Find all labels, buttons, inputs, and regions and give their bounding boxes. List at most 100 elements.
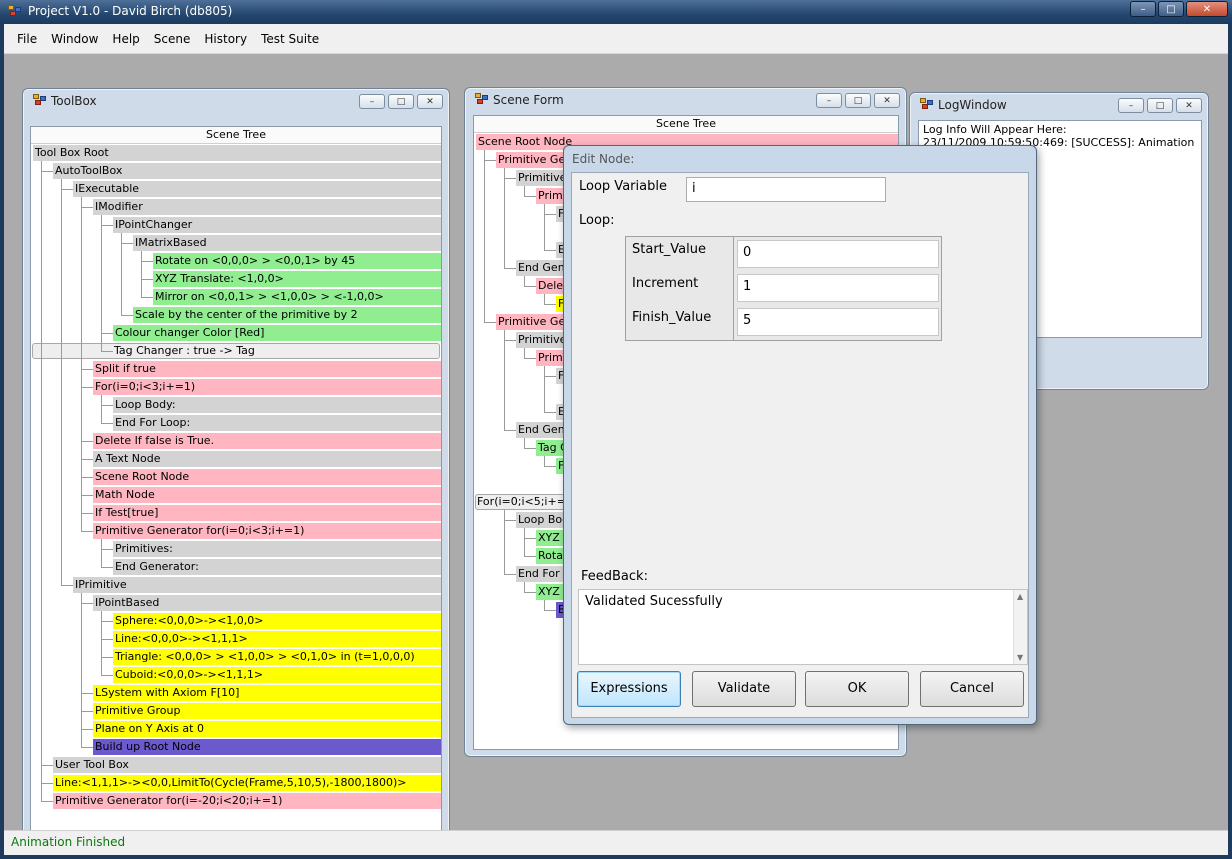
tree-node[interactable]: Tool Box Root: [33, 145, 441, 161]
tree-connector: [41, 801, 53, 802]
tree-node[interactable]: IPrimitive: [73, 577, 441, 593]
tree-node[interactable]: Primitive Group: [93, 703, 441, 719]
tree-node[interactable]: Delete If false is True.: [93, 433, 441, 449]
app-icon: [8, 5, 22, 17]
toolbox-close-button[interactable]: ✕: [417, 94, 443, 109]
tree-node[interactable]: IPointBased: [93, 595, 441, 611]
tree-node[interactable]: Scale by the center of the primitive by …: [133, 307, 441, 323]
toolbox-maximize-button[interactable]: □: [388, 94, 414, 109]
tree-node[interactable]: Split if true: [93, 361, 441, 377]
toolbox-titlebar[interactable]: ToolBox – □ ✕: [23, 89, 449, 113]
log-close-button[interactable]: ✕: [1176, 98, 1202, 113]
close-button[interactable]: ✕: [1186, 1, 1228, 17]
tree-connector: [41, 765, 53, 766]
tree-connector: [524, 528, 525, 556]
tree-node[interactable]: Mirror on <0,0,1> > <1,0,0> > <-1,0,0>: [153, 289, 441, 305]
tree-node[interactable]: IMatrixBased: [133, 235, 441, 251]
menu-window[interactable]: Window: [44, 32, 105, 46]
toolbox-minimize-button[interactable]: –: [359, 94, 385, 109]
tree-connector: [101, 611, 102, 675]
tree-node[interactable]: End Generator:: [113, 559, 441, 575]
tree-connector: [524, 538, 536, 539]
scene-form-close-button[interactable]: ✕: [874, 93, 900, 108]
menu-bar: File Window Help Scene History Test Suit…: [4, 24, 1228, 54]
tree-connector: [544, 214, 556, 215]
tree-connector: [61, 585, 73, 586]
menu-help[interactable]: Help: [105, 32, 146, 46]
loop-variable-input[interactable]: i: [686, 177, 886, 202]
minimize-button[interactable]: –: [1130, 1, 1156, 17]
tree-connector: [101, 351, 113, 352]
tree-node[interactable]: Primitive Generator for(i=-20;i<20;i+=1): [53, 793, 441, 809]
expressions-button[interactable]: Expressions: [577, 671, 681, 707]
tree-connector: [504, 510, 505, 574]
tree-node[interactable]: Primitive Generator for(i=0;i<3;i+=1): [93, 523, 441, 539]
tree-node[interactable]: Build up Root Node: [93, 739, 441, 755]
tree-node[interactable]: A Text Node: [93, 451, 441, 467]
tree-node[interactable]: AutoToolBox: [53, 163, 441, 179]
scroll-down-icon[interactable]: ▼: [1017, 653, 1023, 662]
tree-connector: [484, 150, 485, 322]
maximize-button[interactable]: □: [1158, 1, 1184, 17]
tree-connector: [81, 207, 93, 208]
tree-node[interactable]: Math Node: [93, 487, 441, 503]
tree-node[interactable]: For(i=0;i<3;i+=1): [93, 379, 441, 395]
scene-form-maximize-button[interactable]: □: [845, 93, 871, 108]
tree-connector: [101, 423, 113, 424]
scene-tree-header: Scene Tree: [474, 116, 898, 133]
scroll-up-icon[interactable]: ▲: [1017, 592, 1023, 601]
log-maximize-button[interactable]: □: [1147, 98, 1173, 113]
scene-form-minimize-button[interactable]: –: [816, 93, 842, 108]
feedback-textbox[interactable]: Validated Sucessfully ▲ ▼: [578, 589, 1028, 665]
tree-connector: [544, 304, 556, 305]
validate-button[interactable]: Validate: [692, 671, 796, 707]
tree-connector: [41, 783, 53, 784]
tree-node[interactable]: Sphere:<0,0,0>-><1,0,0>: [113, 613, 441, 629]
log-window-titlebar[interactable]: LogWindow – □ ✕: [910, 93, 1208, 117]
tree-connector: [101, 549, 113, 550]
tree-connector: [504, 268, 516, 269]
tree-node[interactable]: Colour changer Color [Red]: [113, 325, 441, 341]
tree-node[interactable]: Plane on Y Axis at 0: [93, 721, 441, 737]
log-minimize-button[interactable]: –: [1118, 98, 1144, 113]
feedback-scrollbar[interactable]: ▲ ▼: [1013, 590, 1027, 664]
tree-connector: [101, 539, 102, 567]
ok-button[interactable]: OK: [805, 671, 909, 707]
tree-node[interactable]: IPointChanger: [113, 217, 441, 233]
menu-history[interactable]: History: [197, 32, 254, 46]
cancel-button[interactable]: Cancel: [920, 671, 1024, 707]
menu-scene[interactable]: Scene: [147, 32, 198, 46]
tree-node[interactable]: Triangle: <0,0,0> > <1,0,0> > <0,1,0> in…: [113, 649, 441, 665]
tree-node[interactable]: Line:<0,0,0>-><1,1,1>: [113, 631, 441, 647]
tree-node[interactable]: XYZ Translate: <1,0,0>: [153, 271, 441, 287]
tree-node[interactable]: Scene Root Node: [93, 469, 441, 485]
finish-value-input[interactable]: 5: [737, 308, 939, 336]
tree-connector: [524, 592, 536, 593]
start-value-input[interactable]: 0: [737, 240, 939, 268]
tree-node[interactable]: End For Loop:: [113, 415, 441, 431]
tree-node[interactable]: Loop Body:: [113, 397, 441, 413]
tree-node[interactable]: User Tool Box: [53, 757, 441, 773]
tree-node[interactable]: LSystem with Axiom F[10]: [93, 685, 441, 701]
dialog-body: Loop Variable i Loop: Start_Value 0 Incr…: [571, 172, 1029, 718]
tree-connector: [81, 513, 93, 514]
increment-input[interactable]: 1: [737, 274, 939, 302]
tree-node[interactable]: IExecutable: [73, 181, 441, 197]
dialog-title: Edit Node:: [572, 152, 635, 166]
tree-connector: [121, 243, 133, 244]
finish-value-label: Finish_Value: [626, 305, 734, 340]
tree-node[interactable]: Primitives:: [113, 541, 441, 557]
tree-node[interactable]: Cuboid:<0,0,0>-><1,1,1>: [113, 667, 441, 683]
tree-connector: [524, 196, 536, 197]
tree-node[interactable]: If Test[true]: [93, 505, 441, 521]
tree-node[interactable]: Rotate on <0,0,0> > <0,0,1> by 45: [153, 253, 441, 269]
tree-connector: [544, 294, 545, 304]
tree-connector: [121, 233, 122, 315]
menu-file[interactable]: File: [10, 32, 44, 46]
tree-node[interactable]: IModifier: [93, 199, 441, 215]
menu-test-suite[interactable]: Test Suite: [254, 32, 326, 46]
tree-node[interactable]: Tag Changer : true -> Tag: [32, 343, 440, 359]
tree-node[interactable]: Line:<1,1,1>-><0,0,LimitTo(Cycle(Frame,5…: [53, 775, 441, 791]
tree-connector: [544, 610, 556, 611]
scene-form-titlebar[interactable]: Scene Form – □ ✕: [465, 88, 906, 112]
